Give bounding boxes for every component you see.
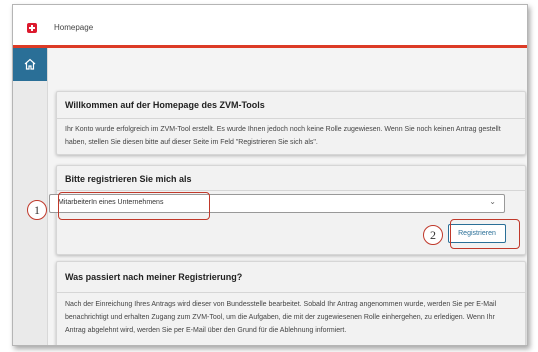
page-title: Homepage [54,23,94,32]
top-bar: Homepage [13,5,527,48]
after-text: Nach der Einreichung Ihres Antrags wird … [65,301,497,334]
welcome-card: Willkommen auf der Homepage des ZVM-Tool… [56,91,526,155]
divider [57,292,525,293]
divider [57,118,525,119]
callout-number-2: 2 [423,225,443,245]
welcome-heading: Willkommen auf der Homepage des ZVM-Tool… [65,100,265,110]
divider [57,190,525,191]
callout-highlight-select [58,192,210,220]
register-heading: Bitte registrieren Sie mich als [65,174,192,184]
callout-highlight-button [450,219,520,249]
app-window: Homepage Willkommen auf der Homepage des… [12,4,528,346]
callout-number-1: 1 [27,200,47,220]
home-button[interactable] [13,48,47,81]
chevron-down-icon: ⌄ [489,197,496,206]
after-heading: Was passiert nach meiner Registrierung? [65,272,243,282]
welcome-text: Ihr Konto wurde erfolgreich im ZVM-Tool … [65,126,501,146]
after-registration-card: Was passiert nach meiner Registrierung? … [56,261,526,345]
sidebar [13,48,48,345]
swiss-flag-logo [27,23,37,33]
home-icon [24,58,36,70]
